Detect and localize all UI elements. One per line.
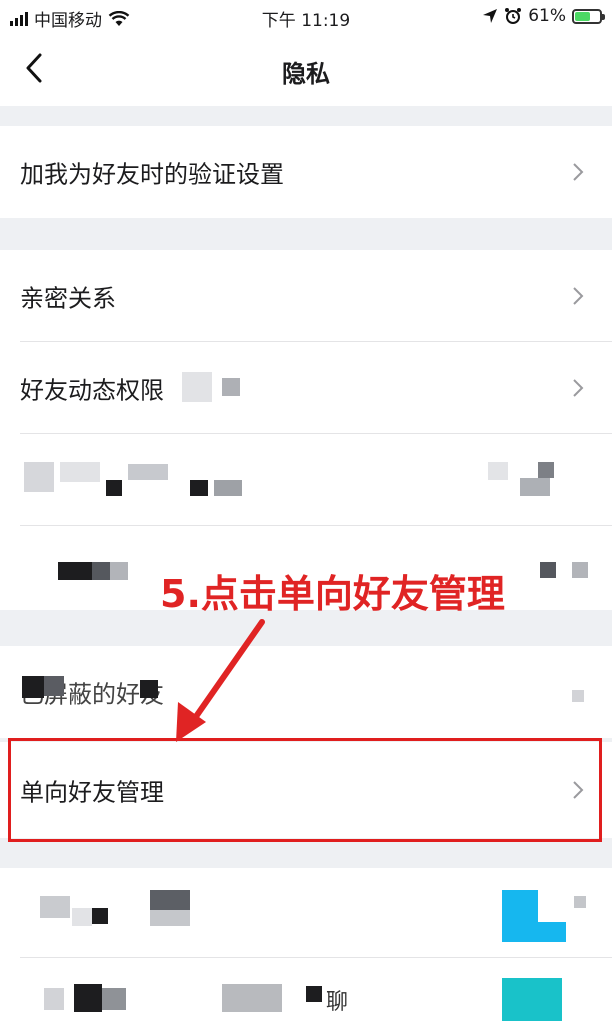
annotation-arrow bbox=[176, 619, 265, 742]
